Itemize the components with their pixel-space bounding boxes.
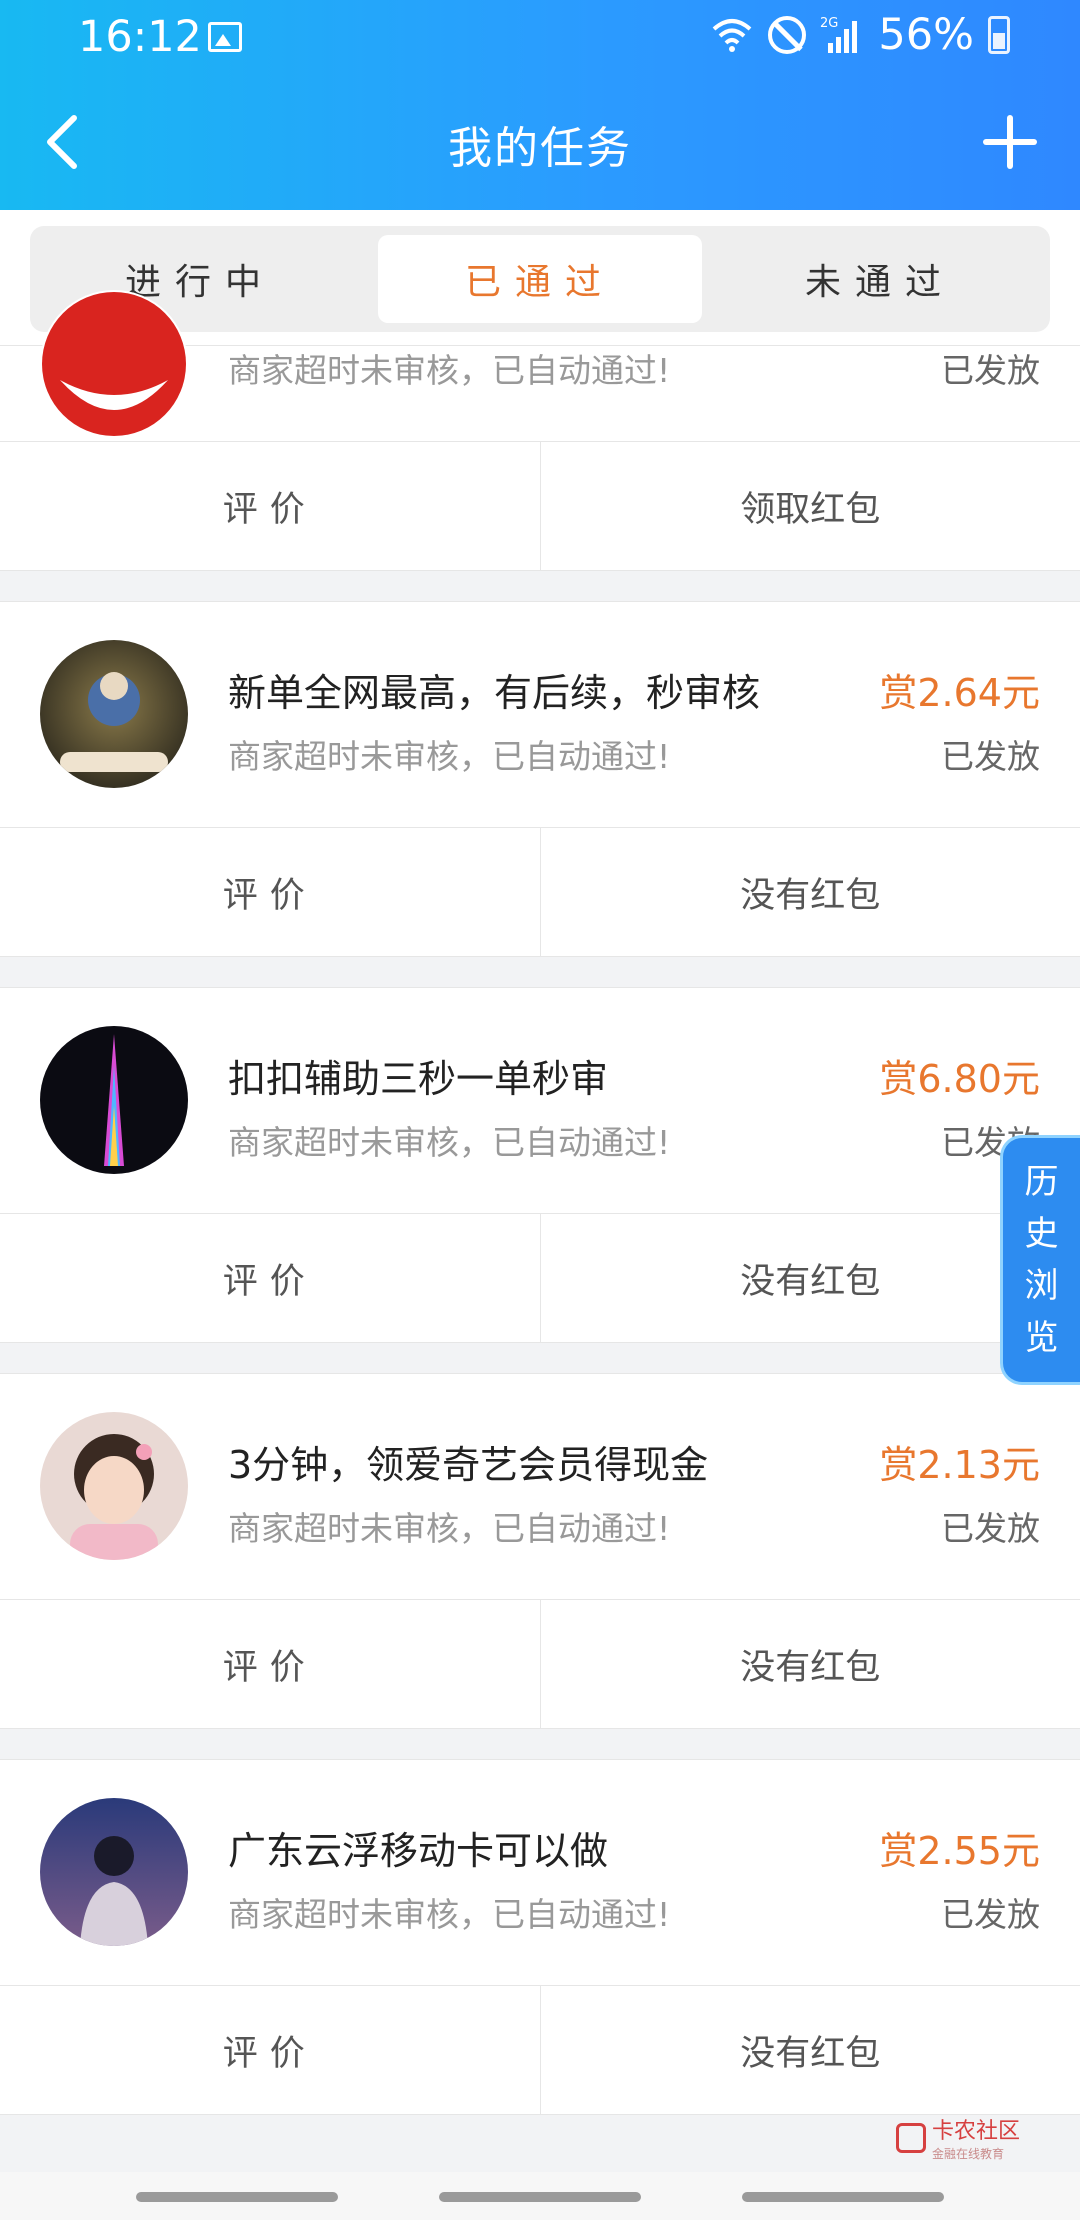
red-packet-button[interactable]: 没有红包 [539, 1214, 1080, 1342]
task-card-body[interactable]: 商家超时未审核，已自动通过! 已发放 [0, 290, 1080, 442]
task-avatar [40, 290, 188, 438]
task-title: 3分钟，领爱奇艺会员得现金 [228, 1443, 709, 1487]
status-icons: 2G 56% [710, 10, 1010, 60]
history-label-char: 浏 [1024, 1266, 1059, 1306]
task-card: 3分钟，领爱奇艺会员得现金 赏2.13元 商家超时未审核，已自动通过! 已发放 … [0, 1373, 1080, 1729]
watermark-tagline: 金融在线教育 [931, 2147, 1004, 2161]
task-card: 广东云浮移动卡可以做 赏2.55元 商家超时未审核，已自动通过! 已发放 评价 … [0, 1759, 1080, 2115]
evaluate-button[interactable]: 评价 [0, 1214, 540, 1342]
nav-home-pill[interactable] [439, 2192, 641, 2202]
history-label-char: 史 [1024, 1214, 1059, 1254]
red-packet-button[interactable]: 领取红包 [539, 442, 1080, 570]
task-reward: 赏2.64元 [879, 671, 1040, 715]
task-status: 已发放 [941, 1895, 1040, 1934]
tab-approved[interactable]: 已通过 [378, 235, 702, 323]
task-subtitle: 商家超时未审核，已自动通过! [228, 351, 671, 390]
gallery-notification-icon [208, 22, 242, 52]
red-packet-button[interactable]: 没有红包 [539, 1986, 1080, 2114]
evaluate-button[interactable]: 评价 [0, 1986, 540, 2114]
task-status: 已发放 [941, 1509, 1040, 1548]
task-card: 扣扣辅助三秒一单秒审 赏6.80元 商家超时未审核，已自动通过! 已发放 评价 … [0, 987, 1080, 1343]
evaluate-button[interactable]: 评价 [0, 442, 540, 570]
battery-percent: 56% [878, 10, 974, 60]
task-reward: 赏2.55元 [879, 1829, 1040, 1873]
task-card-body[interactable]: 广东云浮移动卡可以做 赏2.55元 商家超时未审核，已自动通过! 已发放 [0, 1760, 1080, 1986]
watermark-name: 卡农社区 [931, 2119, 1020, 2144]
history-browse-button[interactable]: 历 史 浏 览 [1000, 1135, 1080, 1385]
red-packet-button[interactable]: 没有红包 [539, 1600, 1080, 1728]
evaluate-button[interactable]: 评价 [0, 1600, 540, 1728]
task-status: 已发放 [941, 737, 1040, 776]
history-label-char: 览 [1024, 1318, 1059, 1358]
network-type: 2G [820, 16, 838, 31]
signal-icon: 2G [820, 16, 858, 53]
battery-icon [988, 16, 1010, 54]
status-time: 16:12 [78, 12, 202, 62]
watermark: 卡农社区 金融在线教育 [895, 2113, 1020, 2162]
task-reward: 赏2.13元 [879, 1443, 1040, 1487]
task-card-body[interactable]: 扣扣辅助三秒一单秒审 赏6.80元 商家超时未审核，已自动通过! 已发放 [0, 988, 1080, 1214]
task-avatar [40, 640, 188, 788]
nav-back-pill[interactable] [742, 2192, 944, 2202]
task-avatar [40, 1412, 188, 1560]
task-actions: 评价 没有红包 [0, 1600, 1080, 1728]
task-card-body[interactable]: 3分钟，领爱奇艺会员得现金 赏2.13元 商家超时未审核，已自动通过! 已发放 [0, 1374, 1080, 1600]
task-title: 新单全网最高，有后续，秒审核 [228, 671, 761, 715]
task-reward: 赏6.80元 [879, 1057, 1040, 1101]
watermark-logo-icon [895, 2122, 926, 2153]
app-header: 16:12 2G 56% 我的任务 [0, 0, 1080, 210]
task-title: 扣扣辅助三秒一单秒审 [228, 1057, 609, 1101]
task-actions: 评价 没有红包 [0, 1214, 1080, 1342]
task-list: 商家超时未审核，已自动通过! 已发放 评价 领取红包 新单全网最高，有后续，秒审… [0, 290, 1080, 2145]
task-actions: 评价 没有红包 [0, 1986, 1080, 2114]
do-not-disturb-icon [768, 16, 807, 54]
task-title: 广东云浮移动卡可以做 [228, 1829, 609, 1873]
tab-rejected[interactable]: 未通过 [718, 235, 1042, 323]
task-actions: 评价 没有红包 [0, 828, 1080, 956]
red-packet-button[interactable]: 没有红包 [539, 828, 1080, 956]
task-subtitle: 商家超时未审核，已自动通过! [228, 1895, 671, 1934]
task-subtitle: 商家超时未审核，已自动通过! [228, 1509, 671, 1548]
evaluate-button[interactable]: 评价 [0, 828, 540, 956]
task-card: 新单全网最高，有后续，秒审核 赏2.64元 商家超时未审核，已自动通过! 已发放… [0, 601, 1080, 957]
wifi-icon [713, 19, 752, 52]
task-status: 已发放 [941, 351, 1040, 390]
nav-recent-pill[interactable] [136, 2192, 338, 2202]
task-subtitle: 商家超时未审核，已自动通过! [228, 737, 671, 776]
task-card: 商家超时未审核，已自动通过! 已发放 评价 领取红包 [0, 290, 1080, 571]
history-label-char: 历 [1024, 1162, 1059, 1202]
add-button[interactable] [982, 112, 1038, 172]
system-nav-bar [0, 2172, 1080, 2220]
watermark-text: 卡农社区 金融在线教育 [932, 2113, 1020, 2162]
task-avatar [40, 1798, 188, 1946]
task-card-body[interactable]: 新单全网最高，有后续，秒审核 赏2.64元 商家超时未审核，已自动通过! 已发放 [0, 602, 1080, 828]
task-subtitle: 商家超时未审核，已自动通过! [228, 1123, 671, 1162]
segmented-control: 进行中 已通过 未通过 [30, 226, 1050, 332]
page-title: 我的任务 [448, 123, 632, 174]
task-actions: 评价 领取红包 [0, 442, 1080, 570]
task-avatar [40, 1026, 188, 1174]
